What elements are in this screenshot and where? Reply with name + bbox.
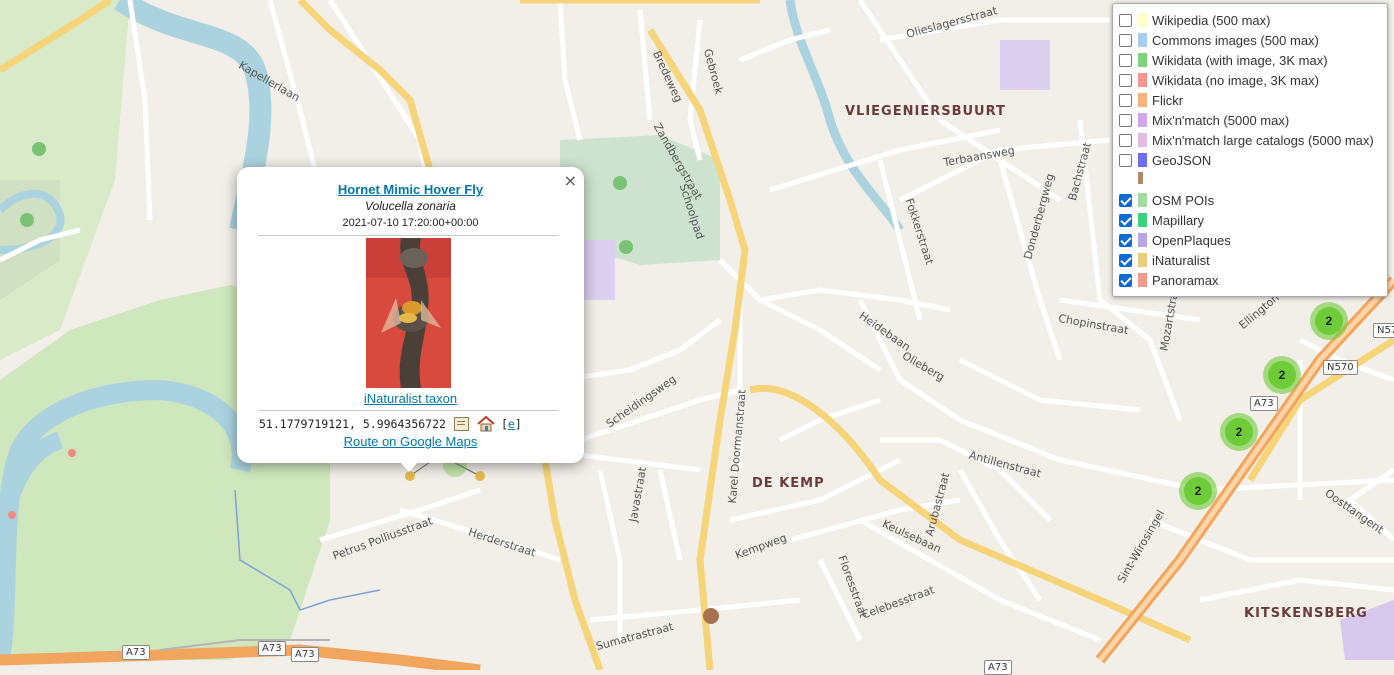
observation-title-link[interactable]: Hornet Mimic Hover Fly — [237, 182, 584, 197]
observation-photo[interactable] — [366, 238, 451, 388]
divider — [258, 235, 559, 236]
layer-control-panel: Wikipedia (500 max) Commons images (500 m… — [1112, 3, 1388, 297]
scientific-name: Volucella zonaria — [365, 199, 456, 213]
layer-row[interactable]: Wikidata (with image, 3K max) — [1119, 50, 1328, 70]
layer-checkbox[interactable] — [1119, 213, 1132, 227]
layer-label: Wikipedia (500 max) — [1152, 12, 1271, 28]
road-shield-a73: A73 — [291, 647, 319, 662]
layer-checkbox[interactable] — [1119, 233, 1132, 247]
layer-checkbox[interactable] — [1119, 113, 1132, 127]
layer-color-swatch — [1138, 193, 1147, 207]
layer-row[interactable]: Wikidata (no image, 3K max) — [1119, 70, 1319, 90]
layer-separator-swatch — [1138, 172, 1143, 184]
layer-row[interactable]: Mix'n'match (5000 max) — [1119, 110, 1289, 130]
layer-color-swatch — [1138, 73, 1147, 87]
road-shield-a73: A73 — [984, 660, 1012, 675]
marker-cluster[interactable]: 2 — [1179, 472, 1217, 510]
layer-row[interactable]: Mix'n'match large catalogs (5000 max) — [1119, 130, 1374, 150]
district-label-kitskensberg: KITSKENSBERG — [1244, 606, 1368, 621]
layer-checkbox[interactable] — [1119, 273, 1132, 287]
edit-link[interactable]: e — [508, 417, 515, 431]
layer-checkbox[interactable] — [1119, 153, 1132, 167]
coordinates-text: 51.1779719121, 5.9964356722 — [259, 417, 446, 431]
layer-color-swatch — [1138, 13, 1147, 27]
district-label-vliegeniersbuurt: VLIEGENIERSBUURT — [845, 104, 1006, 119]
layer-checkbox[interactable] — [1119, 53, 1132, 67]
coordinates-row: 51.1779719121, 5.9964356722 [e] — [259, 415, 522, 432]
layer-color-swatch — [1138, 253, 1147, 267]
road-shield-n570: N570 — [1323, 360, 1358, 375]
layer-checkbox[interactable] — [1119, 13, 1132, 27]
road-shield-n57: N57 — [1373, 323, 1394, 338]
layer-label: Commons images (500 max) — [1152, 32, 1319, 48]
road-shield-a73: A73 — [122, 645, 150, 660]
observation-popup: × Hornet Mimic Hover Fly Volucella zonar… — [237, 167, 584, 463]
layer-row[interactable]: Flickr — [1119, 90, 1183, 110]
marker-cluster[interactable]: 2 — [1220, 413, 1258, 451]
edit-bracket: [e] — [500, 417, 522, 431]
layer-color-swatch — [1138, 33, 1147, 47]
copy-icon[interactable] — [453, 417, 469, 431]
layer-label: OSM POIs — [1152, 192, 1215, 208]
layer-label: Panoramax — [1152, 272, 1219, 288]
layer-row[interactable]: OpenPlaques — [1119, 230, 1231, 250]
layer-checkbox[interactable] — [1119, 33, 1132, 47]
layer-label: Flickr — [1152, 92, 1184, 108]
road-shield-a73: A73 — [1250, 396, 1278, 411]
layer-label: GeoJSON — [1152, 152, 1212, 168]
inaturalist-taxon-link[interactable]: iNaturalist taxon — [237, 391, 584, 406]
layer-label: Mix'n'match (5000 max) — [1152, 112, 1290, 128]
layer-label: Wikidata (with image, 3K max) — [1152, 52, 1328, 68]
road-shield-a73: A73 — [258, 641, 286, 656]
layer-label: Mix'n'match large catalogs (5000 max) — [1152, 132, 1374, 148]
layer-color-swatch — [1138, 153, 1147, 167]
layer-color-swatch — [1138, 273, 1147, 287]
home-icon[interactable] — [477, 415, 495, 432]
observation-date: 2021-07-10 17:20:00+00:00 — [342, 217, 479, 229]
layer-color-swatch — [1138, 133, 1147, 147]
layer-row[interactable]: iNaturalist — [1119, 250, 1210, 270]
divider — [258, 410, 559, 411]
district-label-de-kemp: DE KEMP — [752, 476, 825, 491]
layer-checkbox[interactable] — [1119, 93, 1132, 107]
layer-row[interactable]: Mapillary — [1119, 210, 1204, 230]
layer-label: Mapillary — [1152, 212, 1205, 228]
layer-checkbox[interactable] — [1119, 73, 1132, 87]
layer-checkbox[interactable] — [1119, 253, 1132, 267]
layer-checkbox[interactable] — [1119, 133, 1132, 147]
layer-color-swatch — [1138, 93, 1147, 107]
layer-color-swatch — [1138, 213, 1147, 227]
layer-label: OpenPlaques — [1152, 232, 1231, 248]
google-maps-route-link[interactable]: Route on Google Maps — [237, 434, 584, 449]
layer-checkbox[interactable] — [1119, 193, 1132, 207]
layer-row[interactable]: OSM POIs — [1119, 190, 1214, 210]
layer-color-swatch — [1138, 53, 1147, 67]
layer-label: iNaturalist — [1152, 252, 1210, 268]
marker-cluster[interactable]: 2 — [1310, 302, 1348, 340]
layer-row[interactable]: Panoramax — [1119, 270, 1218, 290]
popup-tip — [400, 462, 418, 472]
hover-fly-photo — [366, 238, 451, 388]
marker-cluster[interactable]: 2 — [1263, 356, 1301, 394]
layer-row[interactable]: Wikipedia (500 max) — [1119, 10, 1271, 30]
layer-label: Wikidata (no image, 3K max) — [1152, 72, 1319, 88]
layer-color-swatch — [1138, 113, 1147, 127]
layer-row[interactable]: GeoJSON — [1119, 150, 1211, 170]
layer-color-swatch — [1138, 233, 1147, 247]
layer-row[interactable]: Commons images (500 max) — [1119, 30, 1319, 50]
